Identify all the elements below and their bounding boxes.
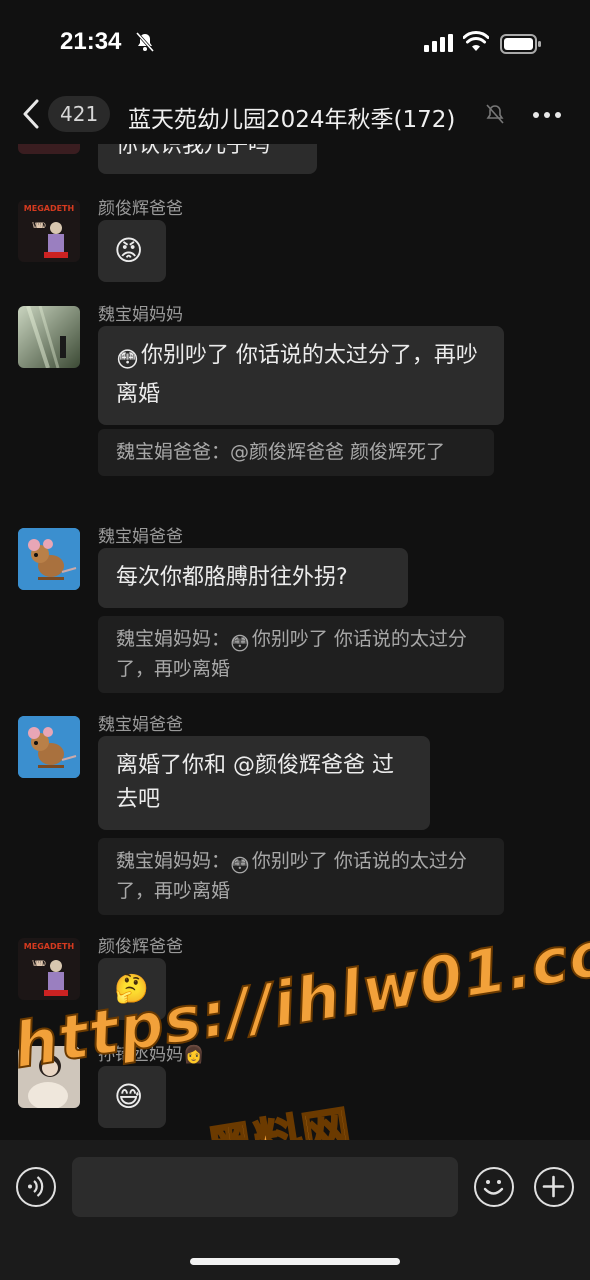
quote-author: 魏宝娟妈妈：	[116, 628, 231, 650]
megadeth-logo: MEGADETH	[24, 204, 74, 213]
back-chevron-icon[interactable]	[20, 98, 42, 130]
quoted-message[interactable]: 魏宝娟妈妈：😳 你别吵了 你话说的太过分了，再吵离婚	[98, 838, 504, 915]
avatar-mouse[interactable]	[18, 528, 80, 590]
group-name: 蓝天苑幼儿园2024年秋季	[128, 107, 394, 133]
message-bubble[interactable]: 每次你都胳膊肘往外拐?	[98, 548, 408, 608]
forest-photo-icon	[18, 306, 80, 368]
emoji-message[interactable]: 😡	[98, 220, 166, 282]
plus-icon	[542, 1175, 565, 1198]
member-count: (172)	[393, 107, 456, 133]
sender-name: 颜俊辉爸爸	[98, 199, 183, 219]
sender-name: 魏宝娟妈妈	[98, 305, 183, 325]
quoted-message[interactable]: 魏宝娟爸爸：@颜俊辉爸爸 颜俊辉死了	[98, 429, 494, 476]
angry-face-icon: 😡	[114, 234, 144, 267]
message-bubble[interactable]: 😳你别吵了 你话说的太过分了，再吵离婚	[98, 326, 504, 425]
mouse-cartoon-icon	[18, 716, 80, 778]
flushed-face-icon: 😳	[116, 348, 139, 373]
album-art-icon: MEGADETH WAKE UP DEAD	[18, 938, 80, 1000]
album-title: WAKE UP DEAD	[32, 960, 46, 968]
sender-name: 魏宝娟爸爸	[98, 715, 183, 735]
status-bar: 21:34	[0, 0, 590, 84]
unread-count-badge[interactable]: 421	[48, 96, 111, 132]
quote-text: 魏宝娟爸爸：@颜俊辉爸爸 颜俊辉死了	[116, 441, 446, 463]
flushed-face-icon: 😳	[230, 855, 250, 877]
sweat-smile-icon: 😅	[114, 1080, 144, 1113]
muted-bell-icon	[486, 104, 504, 124]
quote-author: 魏宝娟妈妈：	[116, 850, 231, 872]
message-bubble[interactable]: 离婚了你和 @颜俊辉爸爸 过去吧	[98, 736, 430, 830]
avatar-forest[interactable]	[18, 306, 80, 368]
emoji-message[interactable]: 😅	[98, 1066, 166, 1128]
emoji-picker-button[interactable]	[474, 1167, 514, 1207]
status-time: 21:34	[60, 28, 122, 55]
message-text: 离婚了你和 @颜俊辉爸爸 过去吧	[116, 753, 394, 812]
avatar[interactable]	[18, 144, 80, 154]
message-text: 每次你都胳膊肘往外拐?	[116, 565, 348, 590]
wifi-icon	[463, 31, 489, 51]
mouse-cartoon-icon	[18, 528, 80, 590]
avatar-megadeth[interactable]: MEGADETH WAKE UP DEAD	[18, 938, 80, 1000]
bell-slash-icon	[135, 32, 155, 52]
avatar-megadeth[interactable]: MEGADETH WAKE UP DEAD	[18, 200, 80, 262]
megadeth-logo: MEGADETH	[24, 942, 74, 951]
message-text-input[interactable]	[72, 1157, 458, 1217]
message-text: 你别吵了 你话说的太过分了，再吵离婚	[116, 343, 478, 407]
chat-header: 421 蓝天苑幼儿园2024年秋季(172)	[0, 84, 590, 144]
more-actions-button[interactable]	[534, 1167, 574, 1207]
sender-name: 颜俊辉爸爸	[98, 937, 183, 957]
message-input-bar	[0, 1140, 590, 1280]
cellular-signal-icon	[424, 34, 453, 52]
album-title: WAKE UP DEAD	[32, 222, 46, 230]
chat-title[interactable]: 蓝天苑幼儿园2024年秋季(172)	[128, 100, 478, 134]
avatar-mouse[interactable]	[18, 716, 80, 778]
message-bubble[interactable]: 你认识我儿子吗	[98, 144, 317, 174]
voice-input-button[interactable]	[16, 1167, 56, 1207]
message-text: 你认识我儿子吗	[116, 144, 271, 158]
more-options-icon[interactable]	[532, 110, 562, 120]
sender-name: 魏宝娟爸爸	[98, 527, 183, 547]
battery-icon	[500, 34, 541, 54]
flushed-face-icon: 😳	[230, 633, 250, 655]
voice-wave-icon	[28, 1176, 44, 1197]
home-indicator	[190, 1258, 400, 1265]
quoted-message[interactable]: 魏宝娟妈妈：😳 你别吵了 你话说的太过分了，再吵离婚	[98, 616, 504, 693]
smiley-icon	[483, 1180, 504, 1195]
album-art-icon: MEGADETH WAKE UP DEAD	[18, 200, 80, 262]
